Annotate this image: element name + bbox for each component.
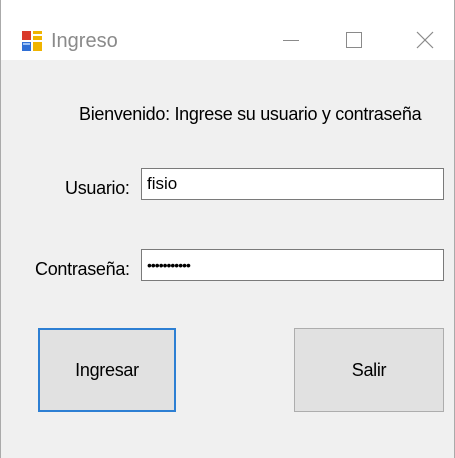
- welcome-message: Bienvenido: Ingrese su usuario y contras…: [79, 104, 422, 124]
- login-button[interactable]: Ingresar: [38, 328, 176, 412]
- close-button[interactable]: [405, 22, 445, 58]
- password-input[interactable]: [141, 249, 444, 281]
- login-window: Ingreso Bienvenido: Ingrese su usuario y…: [0, 0, 455, 458]
- title-bar[interactable]: Ingreso: [1, 0, 454, 60]
- username-label: Usuario:: [65, 178, 130, 198]
- window-title: Ingreso: [51, 30, 118, 52]
- minimize-button[interactable]: [271, 22, 311, 58]
- maximize-button[interactable]: [333, 22, 373, 58]
- forms-app-icon: [21, 30, 43, 52]
- password-label: Contraseña:: [35, 259, 130, 279]
- form-client-area: Bienvenido: Ingrese su usuario y contras…: [1, 60, 454, 458]
- exit-button[interactable]: Salir: [294, 328, 444, 412]
- username-input[interactable]: [141, 168, 444, 200]
